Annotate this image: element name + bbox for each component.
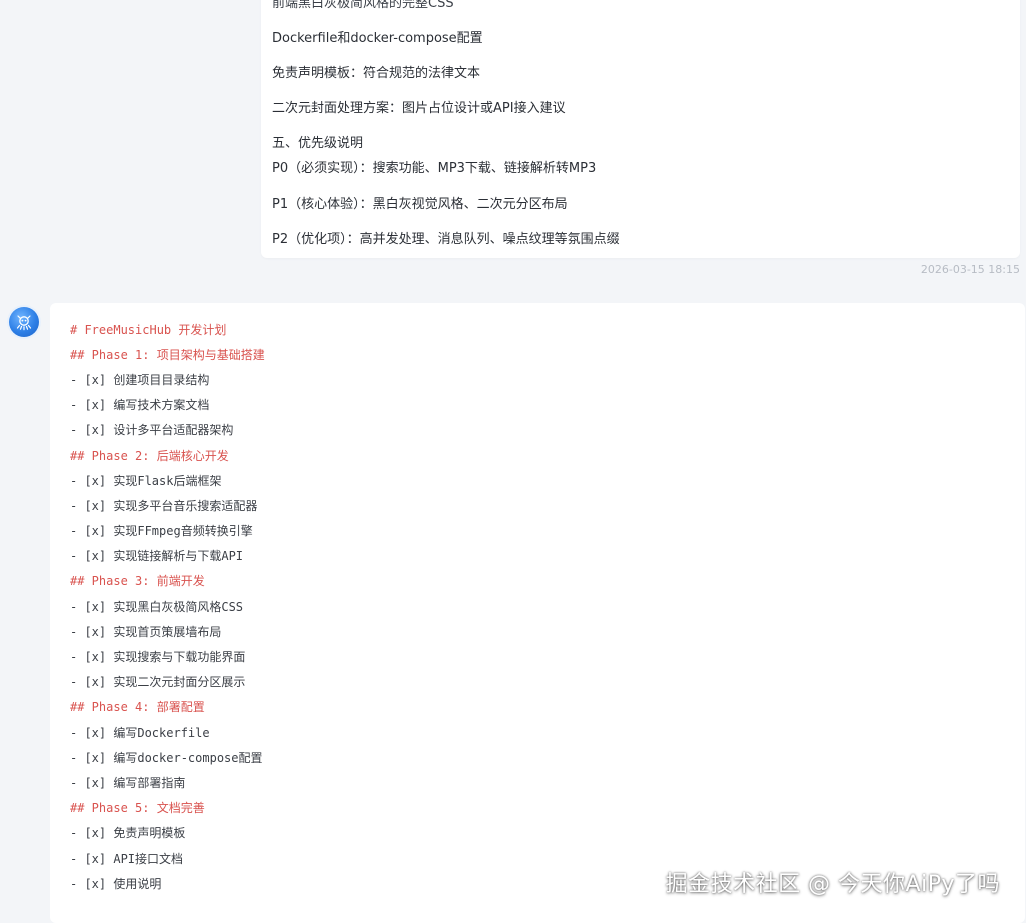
message-timestamp: 2026-03-15 18:15 xyxy=(920,263,1020,276)
markdown-heading: ## Phase 4: 部署配置 xyxy=(70,700,205,714)
checklist-item: - [x] 实现Flask后端框架 xyxy=(70,474,222,488)
markdown-heading: ## Phase 3: 前端开发 xyxy=(70,574,205,588)
checklist-item: - [x] 编写Dockerfile xyxy=(70,726,210,740)
user-message-bubble: 前端黑白灰极简风格的完整CSS Dockerfile和docker-compos… xyxy=(261,0,1020,258)
user-message-line: 免责声明模板：符合规范的法律文本 xyxy=(272,66,481,81)
user-message-line: 二次元封面处理方案：图片占位设计或API接入建议 xyxy=(272,101,566,116)
checklist-item: - [x] 编写技术方案文档 xyxy=(70,398,210,412)
robot-icon xyxy=(16,315,32,331)
markdown-heading: ## Phase 1: 项目架构与基础搭建 xyxy=(70,348,265,362)
robot-avatar-icon xyxy=(9,307,39,337)
assistant-message-bubble: # FreeMusicHub 开发计划 ## Phase 1: 项目架构与基础搭… xyxy=(50,303,1025,923)
user-message-line: P0（必须实现）：搜索功能、MP3下载、链接解析转MP3 xyxy=(272,161,597,176)
checklist-item: - [x] 实现FFmpeg音频转换引擎 xyxy=(70,524,253,538)
checklist-item: - [x] API接口文档 xyxy=(70,852,184,866)
user-message-partial-line: 前端黑白灰极简风格的完整CSS xyxy=(272,0,454,11)
checklist-item: - [x] 设计多平台适配器架构 xyxy=(70,423,234,437)
user-message-line: 五、优先级说明 xyxy=(272,136,364,151)
checklist-item: - [x] 创建项目目录结构 xyxy=(70,373,210,387)
checklist-item: - [x] 使用说明 xyxy=(70,877,162,891)
markdown-heading: ## Phase 5: 文档完善 xyxy=(70,801,205,815)
checklist-item: - [x] 实现首页策展墙布局 xyxy=(70,625,222,639)
checklist-item: - [x] 实现多平台音乐搜索适配器 xyxy=(70,499,258,513)
checklist-item: - [x] 实现二次元封面分区展示 xyxy=(70,675,246,689)
user-message-line: Dockerfile和docker-compose配置 xyxy=(272,31,483,46)
watermark-text: 掘金技术社区 @ 今天你AiPy了吗 xyxy=(665,872,1000,897)
checklist-item: - [x] 免责声明模板 xyxy=(70,826,186,840)
markdown-heading: # FreeMusicHub 开发计划 xyxy=(70,323,227,337)
checklist-item: - [x] 编写部署指南 xyxy=(70,776,186,790)
checklist-item: - [x] 实现搜索与下载功能界面 xyxy=(70,650,246,664)
markdown-heading: ## Phase 2: 后端核心开发 xyxy=(70,449,229,463)
checklist-item: - [x] 编写docker-compose配置 xyxy=(70,751,263,765)
checklist-item: - [x] 实现链接解析与下载API xyxy=(70,549,244,563)
user-message-line: P2（优化项）：高并发处理、消息队列、噪点纹理等氛围点缀 xyxy=(272,232,620,247)
user-message-line: P1（核心体验）：黑白灰视觉风格、二次元分区布局 xyxy=(272,197,568,212)
checklist-item: - [x] 实现黑白灰极简风格CSS xyxy=(70,600,244,614)
